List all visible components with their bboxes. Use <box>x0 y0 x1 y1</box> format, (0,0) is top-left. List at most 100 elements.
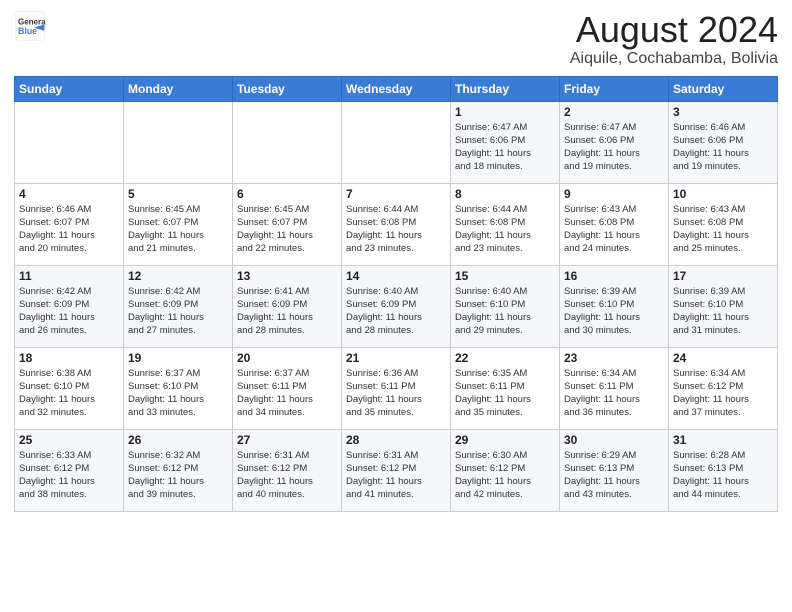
day-info: Sunrise: 6:46 AM Sunset: 6:06 PM Dayligh… <box>673 121 773 174</box>
calendar-week-4: 18Sunrise: 6:38 AM Sunset: 6:10 PM Dayli… <box>15 347 778 429</box>
day-info: Sunrise: 6:42 AM Sunset: 6:09 PM Dayligh… <box>19 285 119 338</box>
day-number: 25 <box>19 433 119 447</box>
calendar-cell <box>15 101 124 183</box>
calendar-cell: 16 Sunrise: 6:39 AM Sunset: 6:10 PM Dayli… <box>560 265 669 347</box>
day-info: Sunrise: 6:40 AM Sunset: 6:09 PM Dayligh… <box>346 285 446 338</box>
day-number: 6 <box>237 187 337 201</box>
calendar-cell: 2Sunrise: 6:47 AM Sunset: 6:06 PM Daylig… <box>560 101 669 183</box>
calendar-cell: 8 Sunrise: 6:44 AM Sunset: 6:08 PM Daylig… <box>451 183 560 265</box>
day-number: 14 <box>346 269 446 283</box>
day-info: Sunrise: 6:34 AM Sunset: 6:12 PM Dayligh… <box>673 367 773 420</box>
day-number: 3 <box>673 105 773 119</box>
calendar-cell: 19 Sunrise: 6:37 AM Sunset: 6:10 PM Dayli… <box>124 347 233 429</box>
calendar-cell: 10 Sunrise: 6:43 AM Sunset: 6:08 PM Dayli… <box>669 183 778 265</box>
day-number: 1 <box>455 105 555 119</box>
calendar-cell: 29 Sunrise: 6:30 AM Sunset: 6:12 PM Dayli… <box>451 429 560 511</box>
calendar-cell: 30 Sunrise: 6:29 AM Sunset: 6:13 PM Dayli… <box>560 429 669 511</box>
day-info: Sunrise: 6:34 AM Sunset: 6:11 PM Dayligh… <box>564 367 664 420</box>
calendar-cell: 26 Sunrise: 6:32 AM Sunset: 6:12 PM Dayli… <box>124 429 233 511</box>
day-info: Sunrise: 6:45 AM Sunset: 6:07 PM Dayligh… <box>128 203 228 256</box>
day-info: Sunrise: 6:33 AM Sunset: 6:12 PM Dayligh… <box>19 449 119 502</box>
day-info: Sunrise: 6:39 AM Sunset: 6:10 PM Dayligh… <box>564 285 664 338</box>
day-number: 16 <box>564 269 664 283</box>
calendar-cell: 15Sunrise: 6:40 AM Sunset: 6:10 PM Dayli… <box>451 265 560 347</box>
weekday-header-saturday: Saturday <box>669 76 778 101</box>
calendar-cell: 14 Sunrise: 6:40 AM Sunset: 6:09 PM Dayli… <box>342 265 451 347</box>
day-number: 31 <box>673 433 773 447</box>
calendar-week-2: 4 Sunrise: 6:46 AM Sunset: 6:07 PM Daylig… <box>15 183 778 265</box>
day-info: Sunrise: 6:44 AM Sunset: 6:08 PM Dayligh… <box>455 203 555 256</box>
calendar-cell <box>342 101 451 183</box>
day-number: 7 <box>346 187 446 201</box>
day-info: Sunrise: 6:29 AM Sunset: 6:13 PM Dayligh… <box>564 449 664 502</box>
day-info: Sunrise: 6:44 AM Sunset: 6:08 PM Dayligh… <box>346 203 446 256</box>
weekday-header-wednesday: Wednesday <box>342 76 451 101</box>
calendar-cell: 21Sunrise: 6:36 AM Sunset: 6:11 PM Dayli… <box>342 347 451 429</box>
calendar-week-3: 11 Sunrise: 6:42 AM Sunset: 6:09 PM Dayli… <box>15 265 778 347</box>
calendar-cell: 7 Sunrise: 6:44 AM Sunset: 6:08 PM Daylig… <box>342 183 451 265</box>
day-info: Sunrise: 6:31 AM Sunset: 6:12 PM Dayligh… <box>237 449 337 502</box>
day-number: 26 <box>128 433 228 447</box>
title-block: August 2024 Aiquile, Cochabamba, Bolivia <box>570 10 778 68</box>
day-number: 12 <box>128 269 228 283</box>
calendar-cell: 5Sunrise: 6:45 AM Sunset: 6:07 PM Daylig… <box>124 183 233 265</box>
day-number: 20 <box>237 351 337 365</box>
month-year-title: August 2024 <box>570 10 778 50</box>
day-number: 23 <box>564 351 664 365</box>
day-number: 19 <box>128 351 228 365</box>
weekday-header-thursday: Thursday <box>451 76 560 101</box>
calendar-cell: 12 Sunrise: 6:42 AM Sunset: 6:09 PM Dayli… <box>124 265 233 347</box>
day-number: 17 <box>673 269 773 283</box>
calendar-week-1: 1 Sunrise: 6:47 AM Sunset: 6:06 PM Daylig… <box>15 101 778 183</box>
calendar-cell: 27Sunrise: 6:31 AM Sunset: 6:12 PM Dayli… <box>233 429 342 511</box>
day-info: Sunrise: 6:35 AM Sunset: 6:11 PM Dayligh… <box>455 367 555 420</box>
day-number: 15 <box>455 269 555 283</box>
calendar-cell: 23 Sunrise: 6:34 AM Sunset: 6:11 PM Dayli… <box>560 347 669 429</box>
day-number: 30 <box>564 433 664 447</box>
calendar-cell: 28 Sunrise: 6:31 AM Sunset: 6:12 PM Dayli… <box>342 429 451 511</box>
day-info: Sunrise: 6:46 AM Sunset: 6:07 PM Dayligh… <box>19 203 119 256</box>
day-info: Sunrise: 6:45 AM Sunset: 6:07 PM Dayligh… <box>237 203 337 256</box>
calendar-cell: 25 Sunrise: 6:33 AM Sunset: 6:12 PM Dayli… <box>15 429 124 511</box>
weekday-header-monday: Monday <box>124 76 233 101</box>
day-number: 21 <box>346 351 446 365</box>
day-number: 8 <box>455 187 555 201</box>
day-number: 22 <box>455 351 555 365</box>
weekday-row: SundayMondayTuesdayWednesdayThursdayFrid… <box>15 76 778 101</box>
day-info: Sunrise: 6:41 AM Sunset: 6:09 PM Dayligh… <box>237 285 337 338</box>
calendar-cell: 11 Sunrise: 6:42 AM Sunset: 6:09 PM Dayli… <box>15 265 124 347</box>
day-info: Sunrise: 6:47 AM Sunset: 6:06 PM Dayligh… <box>455 121 555 174</box>
calendar-cell: 9Sunrise: 6:43 AM Sunset: 6:08 PM Daylig… <box>560 183 669 265</box>
day-number: 4 <box>19 187 119 201</box>
svg-text:General: General <box>18 17 46 26</box>
calendar-body: 1 Sunrise: 6:47 AM Sunset: 6:06 PM Daylig… <box>15 101 778 511</box>
page: General Blue August 2024 Aiquile, Cochab… <box>0 0 792 612</box>
day-info: Sunrise: 6:30 AM Sunset: 6:12 PM Dayligh… <box>455 449 555 502</box>
calendar-cell <box>124 101 233 183</box>
day-info: Sunrise: 6:32 AM Sunset: 6:12 PM Dayligh… <box>128 449 228 502</box>
day-number: 28 <box>346 433 446 447</box>
day-info: Sunrise: 6:43 AM Sunset: 6:08 PM Dayligh… <box>673 203 773 256</box>
calendar-cell: 6 Sunrise: 6:45 AM Sunset: 6:07 PM Daylig… <box>233 183 342 265</box>
day-number: 13 <box>237 269 337 283</box>
calendar-cell: 20 Sunrise: 6:37 AM Sunset: 6:11 PM Dayli… <box>233 347 342 429</box>
day-number: 11 <box>19 269 119 283</box>
day-info: Sunrise: 6:31 AM Sunset: 6:12 PM Dayligh… <box>346 449 446 502</box>
calendar-cell: 13 Sunrise: 6:41 AM Sunset: 6:09 PM Dayli… <box>233 265 342 347</box>
day-number: 10 <box>673 187 773 201</box>
day-info: Sunrise: 6:28 AM Sunset: 6:13 PM Dayligh… <box>673 449 773 502</box>
calendar-table: SundayMondayTuesdayWednesdayThursdayFrid… <box>14 76 778 512</box>
day-info: Sunrise: 6:42 AM Sunset: 6:09 PM Dayligh… <box>128 285 228 338</box>
calendar-cell: 22 Sunrise: 6:35 AM Sunset: 6:11 PM Dayli… <box>451 347 560 429</box>
day-info: Sunrise: 6:38 AM Sunset: 6:10 PM Dayligh… <box>19 367 119 420</box>
day-number: 29 <box>455 433 555 447</box>
calendar-cell: 18Sunrise: 6:38 AM Sunset: 6:10 PM Dayli… <box>15 347 124 429</box>
day-info: Sunrise: 6:37 AM Sunset: 6:11 PM Dayligh… <box>237 367 337 420</box>
location-subtitle: Aiquile, Cochabamba, Bolivia <box>570 50 778 68</box>
day-info: Sunrise: 6:39 AM Sunset: 6:10 PM Dayligh… <box>673 285 773 338</box>
calendar-cell: 1 Sunrise: 6:47 AM Sunset: 6:06 PM Daylig… <box>451 101 560 183</box>
weekday-header-friday: Friday <box>560 76 669 101</box>
day-info: Sunrise: 6:37 AM Sunset: 6:10 PM Dayligh… <box>128 367 228 420</box>
calendar-week-5: 25 Sunrise: 6:33 AM Sunset: 6:12 PM Dayli… <box>15 429 778 511</box>
logo-icon: General Blue <box>14 10 46 42</box>
